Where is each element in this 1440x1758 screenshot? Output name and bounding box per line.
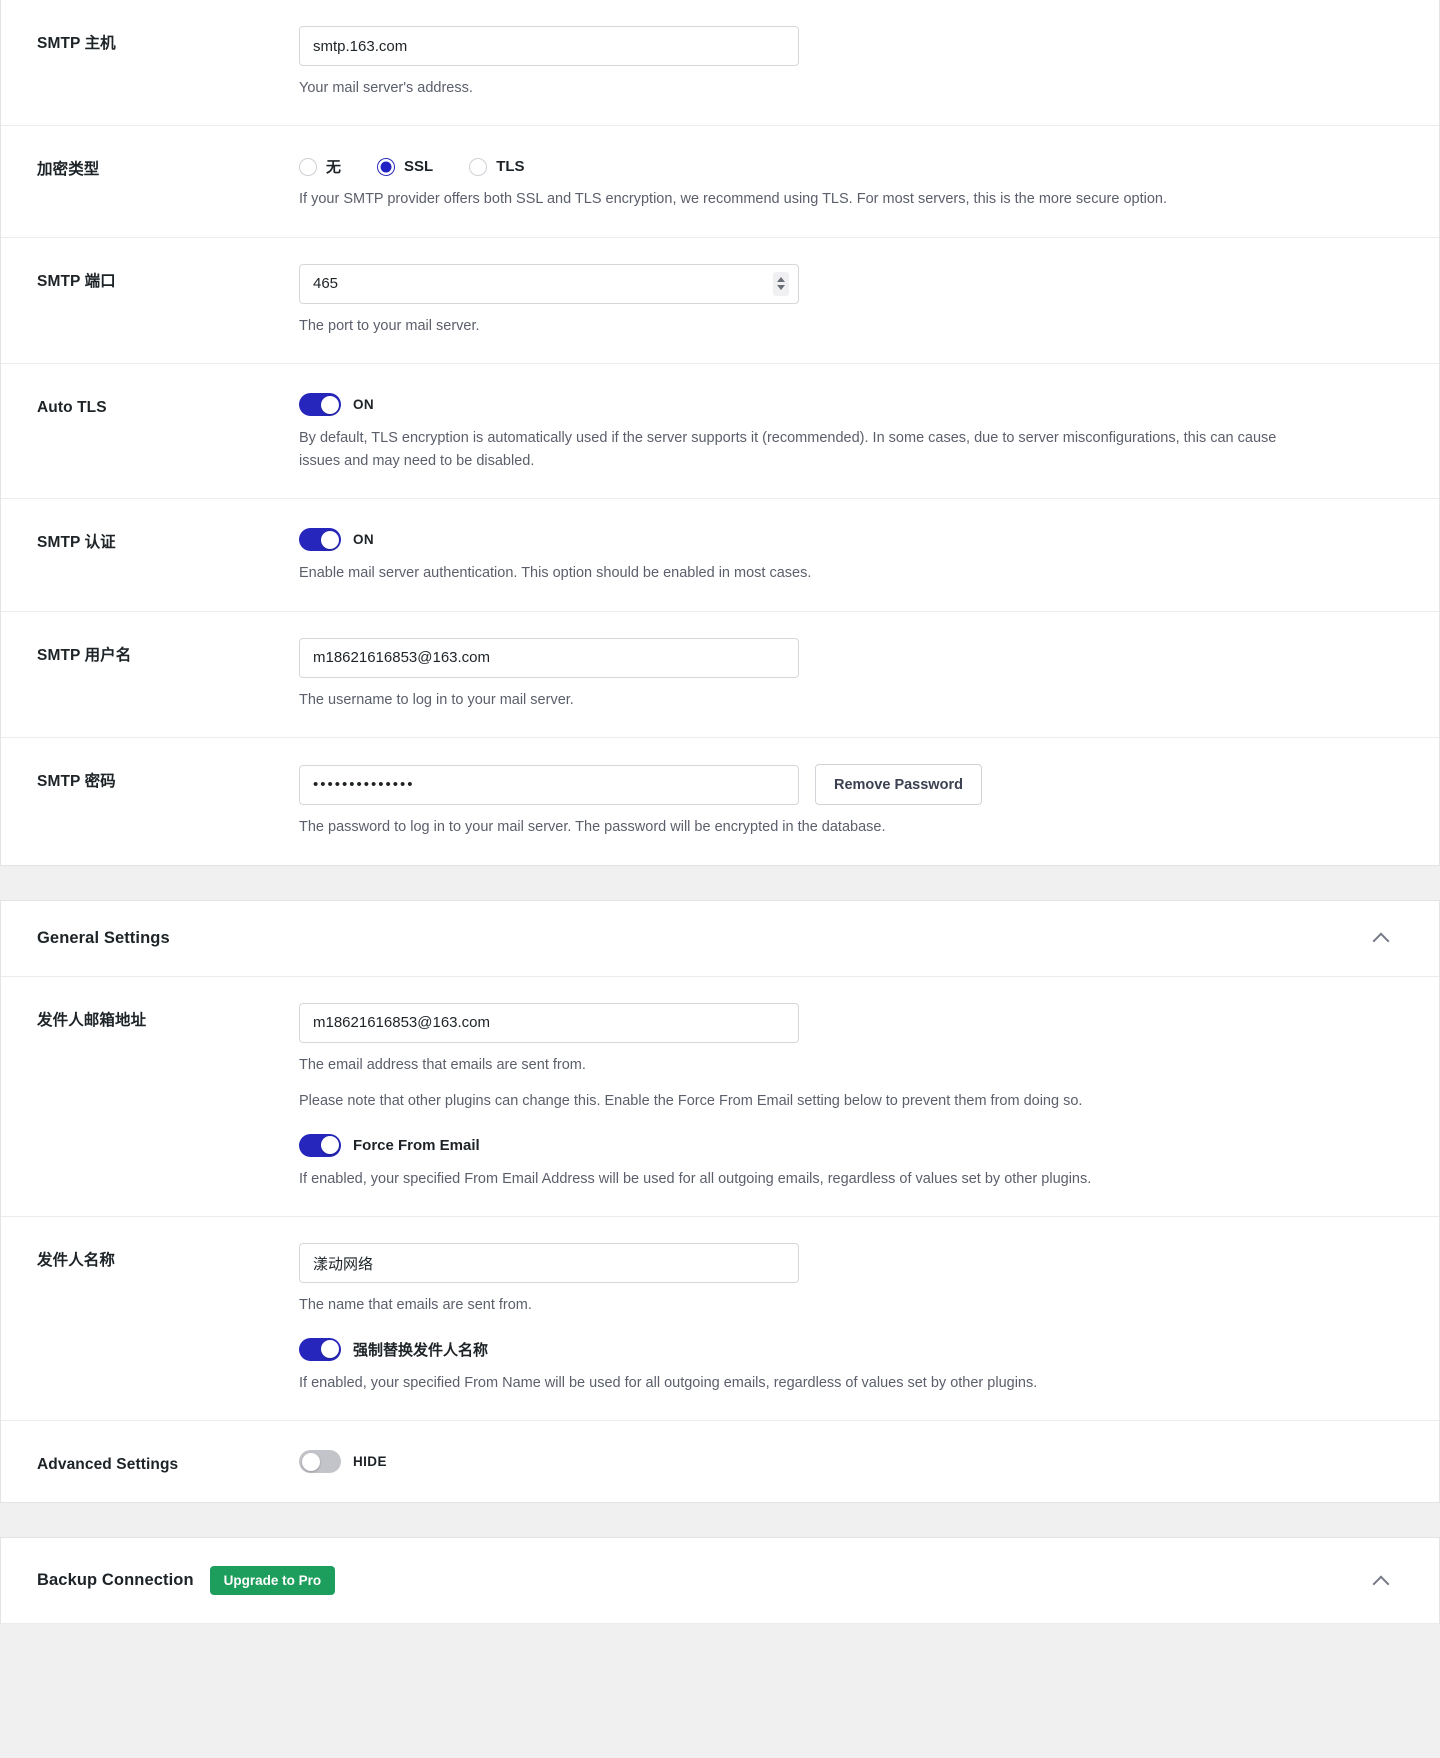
desc-from-email-2: Please note that other plugins can chang… <box>299 1093 1083 1110</box>
smtp-username-input[interactable] <box>299 637 799 678</box>
field-row-from-email: 发件人邮箱地址 The email address that emails ar… <box>1 977 1439 1218</box>
smtp-auth-toggle-line: ON <box>299 525 1403 552</box>
auto-tls-state-label: ON <box>353 397 375 413</box>
field-row-smtp-username: SMTP 用户名 The username to log in to your … <box>1 612 1439 739</box>
mailer-settings-panel: SMTP 主机 Your mail server's address. 加密类型… <box>0 0 1440 865</box>
desc-smtp-host: Your mail server's address. <box>299 80 473 96</box>
label-smtp-username: SMTP 用户名 <box>37 646 132 664</box>
field-smtp-host: Your mail server's address. <box>299 26 1403 99</box>
upgrade-to-pro-button[interactable]: Upgrade to Pro <box>209 1565 336 1596</box>
field-row-smtp-password: SMTP 密码 Remove Password The password to … <box>1 738 1439 864</box>
force-from-email-toggle-line: Force From Email <box>299 1131 1403 1157</box>
field-row-encryption: 加密类型 无 SSL TLS If your SMTP provider off… <box>1 126 1439 238</box>
field-smtp-username: The username to log in to your mail serv… <box>299 637 1403 711</box>
from-email-input[interactable] <box>299 1002 799 1043</box>
label-advanced-settings: Advanced Settings <box>37 1456 179 1474</box>
radio-icon-tls[interactable] <box>469 157 488 176</box>
label-from-email: 发件人邮箱地址 <box>37 1011 147 1029</box>
general-settings-header[interactable]: General Settings <box>1 901 1439 977</box>
chevron-up-icon[interactable] <box>1373 1573 1389 1589</box>
smtp-auth-toggle[interactable] <box>299 528 341 552</box>
smtp-auth-state-label: ON <box>353 532 375 548</box>
toggle-knob <box>320 530 339 549</box>
desc-from-name: The name that emails are sent from. <box>299 1297 532 1314</box>
force-from-name-label: 强制替换发件人名称 <box>353 1341 489 1359</box>
backup-connection-header[interactable]: Backup Connection Upgrade to Pro <box>1 1538 1439 1625</box>
smtp-password-row: Remove Password <box>299 764 1403 806</box>
field-smtp-password: Remove Password The password to log in t… <box>299 764 1403 838</box>
force-from-name-toggle-line: 强制替换发件人名称 <box>299 1335 1403 1361</box>
stepper-down-icon[interactable] <box>777 285 785 291</box>
radio-label-ssl: SSL <box>404 158 434 176</box>
field-row-smtp-auth: SMTP 认证 ON Enable mail server authentica… <box>1 499 1439 612</box>
stepper-up-icon[interactable] <box>777 277 785 283</box>
desc-force-from-email: If enabled, your specified From Email Ad… <box>299 1170 1092 1187</box>
field-encryption: 无 SSL TLS If your SMTP provider offers b… <box>299 152 1403 210</box>
toggle-knob <box>301 1452 320 1471</box>
force-from-email-label: Force From Email <box>353 1136 480 1154</box>
desc-encryption: If your SMTP provider offers both SSL an… <box>299 191 1167 208</box>
radio-icon-none[interactable] <box>299 157 317 176</box>
remove-password-button[interactable]: Remove Password <box>815 764 982 806</box>
field-row-auto-tls: Auto TLS ON By default, TLS encryption i… <box>1 364 1439 500</box>
backup-connection-panel: Backup Connection Upgrade to Pro <box>0 1537 1440 1625</box>
force-from-email-toggle[interactable] <box>299 1133 341 1157</box>
label-encryption: 加密类型 <box>37 161 100 179</box>
label-smtp-password: SMTP 密码 <box>37 773 116 791</box>
general-settings-panel: General Settings 发件人邮箱地址 The email addre… <box>0 900 1440 1502</box>
label-smtp-host: SMTP 主机 <box>37 35 116 52</box>
label-auto-tls: Auto TLS <box>37 399 107 417</box>
advanced-settings-toggle[interactable] <box>299 1450 341 1474</box>
radio-option-tls[interactable]: TLS <box>469 157 525 176</box>
label-smtp-auth: SMTP 认证 <box>37 534 116 552</box>
section-separator-band-2 <box>0 1501 1440 1538</box>
auto-tls-toggle-line: ON <box>299 390 1403 417</box>
number-stepper[interactable] <box>773 271 789 296</box>
field-auto-tls: ON By default, TLS encryption is automat… <box>299 390 1403 472</box>
label-smtp-port: SMTP 端口 <box>37 272 116 290</box>
field-smtp-auth: ON Enable mail server authentication. Th… <box>299 525 1403 584</box>
advanced-settings-toggle-line: HIDE <box>299 1447 1403 1474</box>
toggle-knob <box>320 395 339 414</box>
radio-option-none[interactable]: 无 <box>299 156 341 177</box>
from-name-input[interactable] <box>299 1243 799 1284</box>
desc-smtp-username: The username to log in to your mail serv… <box>299 691 574 708</box>
desc-auto-tls: By default, TLS encryption is automatica… <box>299 430 1277 469</box>
desc-smtp-password: The password to log in to your mail serv… <box>299 819 886 836</box>
radio-option-ssl[interactable]: SSL <box>377 157 434 176</box>
radio-icon-ssl[interactable] <box>377 157 396 176</box>
desc-from-email-1: The email address that emails are sent f… <box>299 1056 586 1073</box>
field-row-smtp-port: SMTP 端口 The port to your mail server. <box>1 238 1439 365</box>
field-row-advanced-settings: Advanced Settings HIDE <box>1 1421 1439 1502</box>
toggle-knob <box>320 1340 339 1359</box>
field-from-name: The name that emails are sent from. 强制替换… <box>299 1243 1403 1394</box>
field-from-email: The email address that emails are sent f… <box>299 1002 1403 1190</box>
field-row-from-name: 发件人名称 The name that emails are sent from… <box>1 1217 1439 1422</box>
field-smtp-port: The port to your mail server. <box>299 263 1403 337</box>
encryption-radio-group: 无 SSL TLS <box>299 152 1403 177</box>
force-from-name-toggle[interactable] <box>299 1337 341 1361</box>
smtp-port-input-wrap <box>299 263 799 304</box>
desc-smtp-auth: Enable mail server authentication. This … <box>299 565 812 582</box>
smtp-host-input[interactable] <box>299 26 799 66</box>
desc-smtp-port: The port to your mail server. <box>299 317 480 334</box>
backup-connection-title: Backup Connection <box>37 1571 194 1590</box>
force-from-name-block: 强制替换发件人名称 If enabled, your specified Fro… <box>299 1335 1403 1394</box>
smtp-password-input[interactable] <box>299 764 799 805</box>
auto-tls-toggle[interactable] <box>299 393 341 417</box>
desc-force-from-name: If enabled, your specified From Name wil… <box>299 1374 1038 1391</box>
label-from-name: 发件人名称 <box>37 1252 116 1270</box>
force-from-email-block: Force From Email If enabled, your specif… <box>299 1131 1403 1190</box>
radio-label-tls: TLS <box>496 158 525 176</box>
section-separator-band <box>0 864 1440 901</box>
smtp-port-input[interactable] <box>299 263 799 304</box>
field-advanced-settings: HIDE <box>299 1447 1403 1474</box>
toggle-knob <box>320 1136 339 1155</box>
advanced-settings-state-label: HIDE <box>353 1454 387 1470</box>
radio-label-none: 无 <box>326 159 342 177</box>
general-settings-title: General Settings <box>37 928 170 947</box>
chevron-up-icon[interactable] <box>1373 930 1389 946</box>
field-row-smtp-host: SMTP 主机 Your mail server's address. <box>1 0 1439 127</box>
